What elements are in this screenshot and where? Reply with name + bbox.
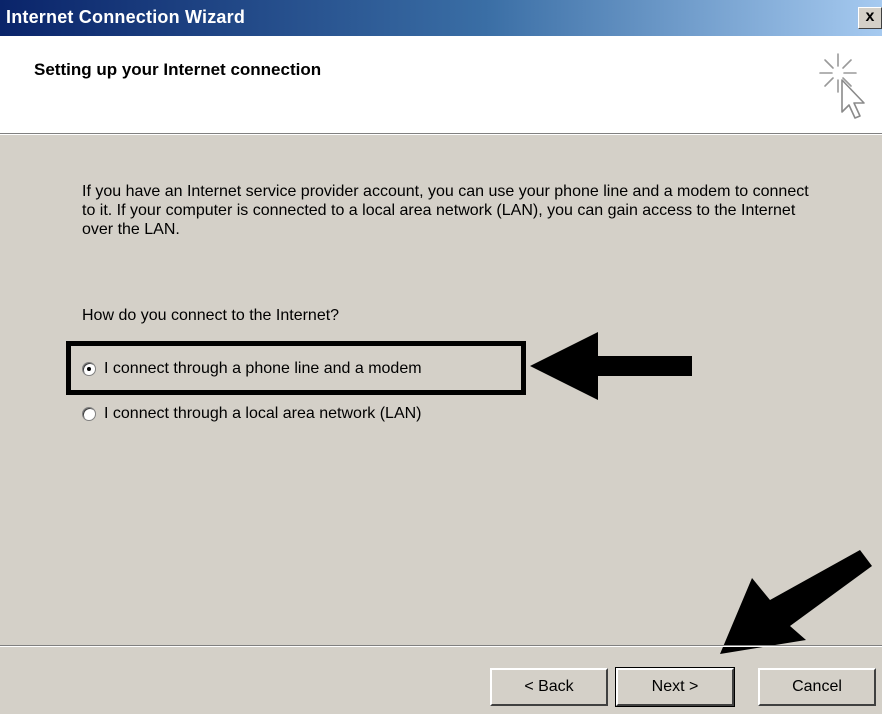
wizard-header: Setting up your Internet connection <box>0 36 882 134</box>
question-label: How do you connect to the Internet? <box>82 307 340 324</box>
radio-button-lan[interactable] <box>82 407 96 421</box>
close-button[interactable]: x <box>858 7 882 29</box>
page-title: Setting up your Internet connection <box>34 60 322 79</box>
radio-option-lan[interactable]: I connect through a local area network (… <box>82 403 422 425</box>
annotation-highlight-box <box>66 341 526 395</box>
annotation-arrow-down-left-icon <box>720 550 872 654</box>
wizard-window: Internet Connection Wizard x Setting up … <box>0 0 882 714</box>
cancel-button[interactable]: Cancel <box>758 668 876 706</box>
window-title: Internet Connection Wizard <box>6 7 246 27</box>
header-divider <box>0 134 882 135</box>
title-bar[interactable]: Internet Connection Wizard x <box>0 0 882 36</box>
wizard-cursor-sparkle-icon <box>819 53 865 119</box>
annotation-arrow-left-icon <box>530 332 692 400</box>
back-button[interactable]: < Back <box>490 668 608 706</box>
footer-divider-highlight <box>0 646 882 647</box>
radio-label-lan: I connect through a local area network (… <box>104 405 422 422</box>
next-button[interactable]: Next > <box>615 667 735 707</box>
description-text: If you have an Internet service provider… <box>82 183 809 238</box>
